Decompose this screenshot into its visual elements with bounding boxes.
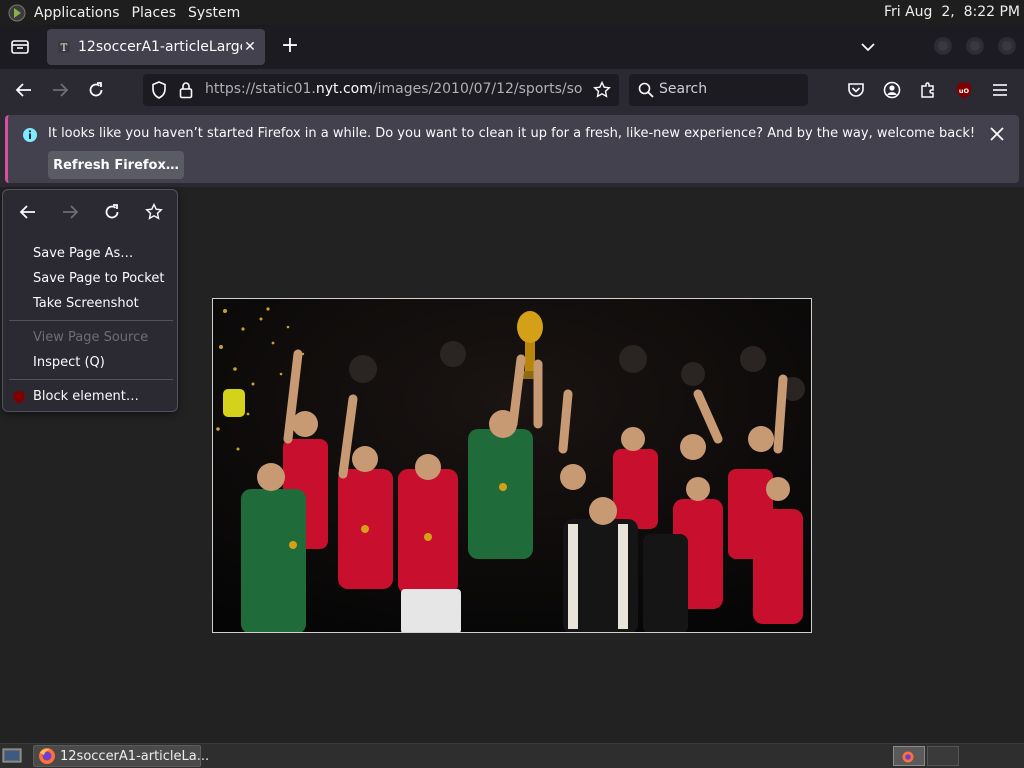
- block-element-item[interactable]: Block element…: [33, 389, 139, 404]
- close-window-button[interactable]: [998, 37, 1016, 55]
- menu-separator: [9, 379, 173, 380]
- context-back-icon[interactable]: [17, 201, 39, 223]
- tab-title: 12soccerA1-articleLarge.jpg: [78, 39, 242, 55]
- svg-text:uO: uO: [959, 87, 970, 95]
- close-notification-icon[interactable]: [989, 126, 1005, 142]
- url-text[interactable]: https://static01.nyt.com/images/2010/07/…: [205, 81, 619, 97]
- taskbar-firefox-window[interactable]: 12soccerA1-articleLa...: [33, 745, 209, 767]
- workspace-2[interactable]: [927, 746, 959, 766]
- ublock-button[interactable]: uO: [950, 77, 978, 103]
- soccer-team-celebration-photo[interactable]: [212, 298, 812, 633]
- menu-separator: [9, 320, 173, 321]
- ublock-icon: uO: [957, 82, 971, 98]
- reload-icon: [89, 82, 103, 97]
- notification-message: It looks like you haven’t started Firefo…: [48, 126, 976, 141]
- new-tab-button[interactable]: +: [278, 35, 302, 59]
- extensions-button[interactable]: [914, 77, 942, 103]
- pocket-button[interactable]: [842, 77, 870, 103]
- notification-area: It looks like you haven’t started Firefo…: [0, 111, 1024, 187]
- ublock-icon: [12, 389, 26, 408]
- context-forward-icon[interactable]: [59, 201, 81, 223]
- puzzle-icon: [921, 82, 934, 98]
- forward-arrow-icon: [53, 83, 69, 97]
- back-button[interactable]: [10, 77, 38, 103]
- tab-active[interactable]: T 12soccerA1-articleLarge.jpg ✕: [47, 29, 265, 65]
- show-desktop-icon[interactable]: [2, 747, 22, 765]
- app-menu-button[interactable]: [986, 77, 1014, 103]
- account-icon: [883, 81, 901, 99]
- context-nav-row: [3, 190, 179, 234]
- nav-bar: https://static01.nyt.com/images/2010/07/…: [0, 69, 1024, 111]
- context-menu: Save Page As… Save Page to Pocket Take S…: [2, 189, 178, 412]
- view-page-source-item[interactable]: View Page Source: [33, 330, 148, 345]
- firefox-icon: [38, 747, 56, 765]
- minimize-button[interactable]: [934, 37, 952, 55]
- url-prefix: https://static01.: [205, 81, 316, 97]
- search-placeholder: Search: [659, 81, 708, 97]
- bottom-taskbar: 12soccerA1-articleLa...: [0, 743, 1024, 768]
- refresh-notification: It looks like you haven’t started Firefo…: [5, 115, 1019, 183]
- reload-button[interactable]: [82, 77, 110, 103]
- take-screenshot-item[interactable]: Take Screenshot: [33, 296, 139, 311]
- clock[interactable]: Fri Aug 2, 8:22 PM: [884, 4, 1020, 20]
- top-panel: Applications Places System Fri Aug 2, 8:…: [0, 0, 1024, 25]
- account-button[interactable]: [878, 77, 906, 103]
- nyt-favicon-icon: T: [56, 39, 72, 55]
- workspace-1[interactable]: [893, 746, 925, 766]
- firefox-view-icon[interactable]: [8, 35, 32, 59]
- applications-menu[interactable]: Applications: [34, 5, 128, 21]
- save-page-as-item[interactable]: Save Page As…: [33, 246, 133, 261]
- info-icon: [22, 127, 38, 147]
- context-reload-icon[interactable]: [101, 201, 123, 223]
- refresh-firefox-button[interactable]: Refresh Firefox…: [48, 151, 184, 179]
- gnome-foot-icon[interactable]: [6, 2, 28, 24]
- system-menu[interactable]: System: [188, 5, 248, 21]
- hamburger-menu-icon: [993, 84, 1007, 96]
- close-tab-icon[interactable]: ✕: [241, 38, 259, 56]
- taskbar-window-title: 12soccerA1-articleLa...: [60, 748, 210, 764]
- url-bar[interactable]: https://static01.nyt.com/images/2010/07/…: [143, 74, 619, 106]
- search-bar[interactable]: Search: [629, 74, 808, 106]
- bookmark-star-icon[interactable]: [593, 80, 611, 103]
- svg-text:T: T: [61, 43, 68, 54]
- url-domain: nyt.com: [315, 81, 373, 97]
- back-arrow-icon: [15, 83, 31, 97]
- tracking-shield-icon[interactable]: [151, 81, 167, 103]
- forward-button[interactable]: [46, 77, 74, 103]
- tab-strip: T 12soccerA1-articleLarge.jpg ✕ +: [0, 25, 1024, 69]
- save-to-pocket-item[interactable]: Save Page to Pocket: [33, 271, 164, 286]
- context-bookmark-star-icon[interactable]: [143, 201, 165, 223]
- pocket-icon: [848, 83, 864, 97]
- chevron-down-icon[interactable]: [856, 37, 880, 57]
- search-icon: [638, 82, 654, 102]
- maximize-button[interactable]: [966, 37, 984, 55]
- places-menu[interactable]: Places: [132, 5, 185, 21]
- inspect-item[interactable]: Inspect (Q): [33, 355, 105, 370]
- lock-icon[interactable]: [179, 81, 193, 103]
